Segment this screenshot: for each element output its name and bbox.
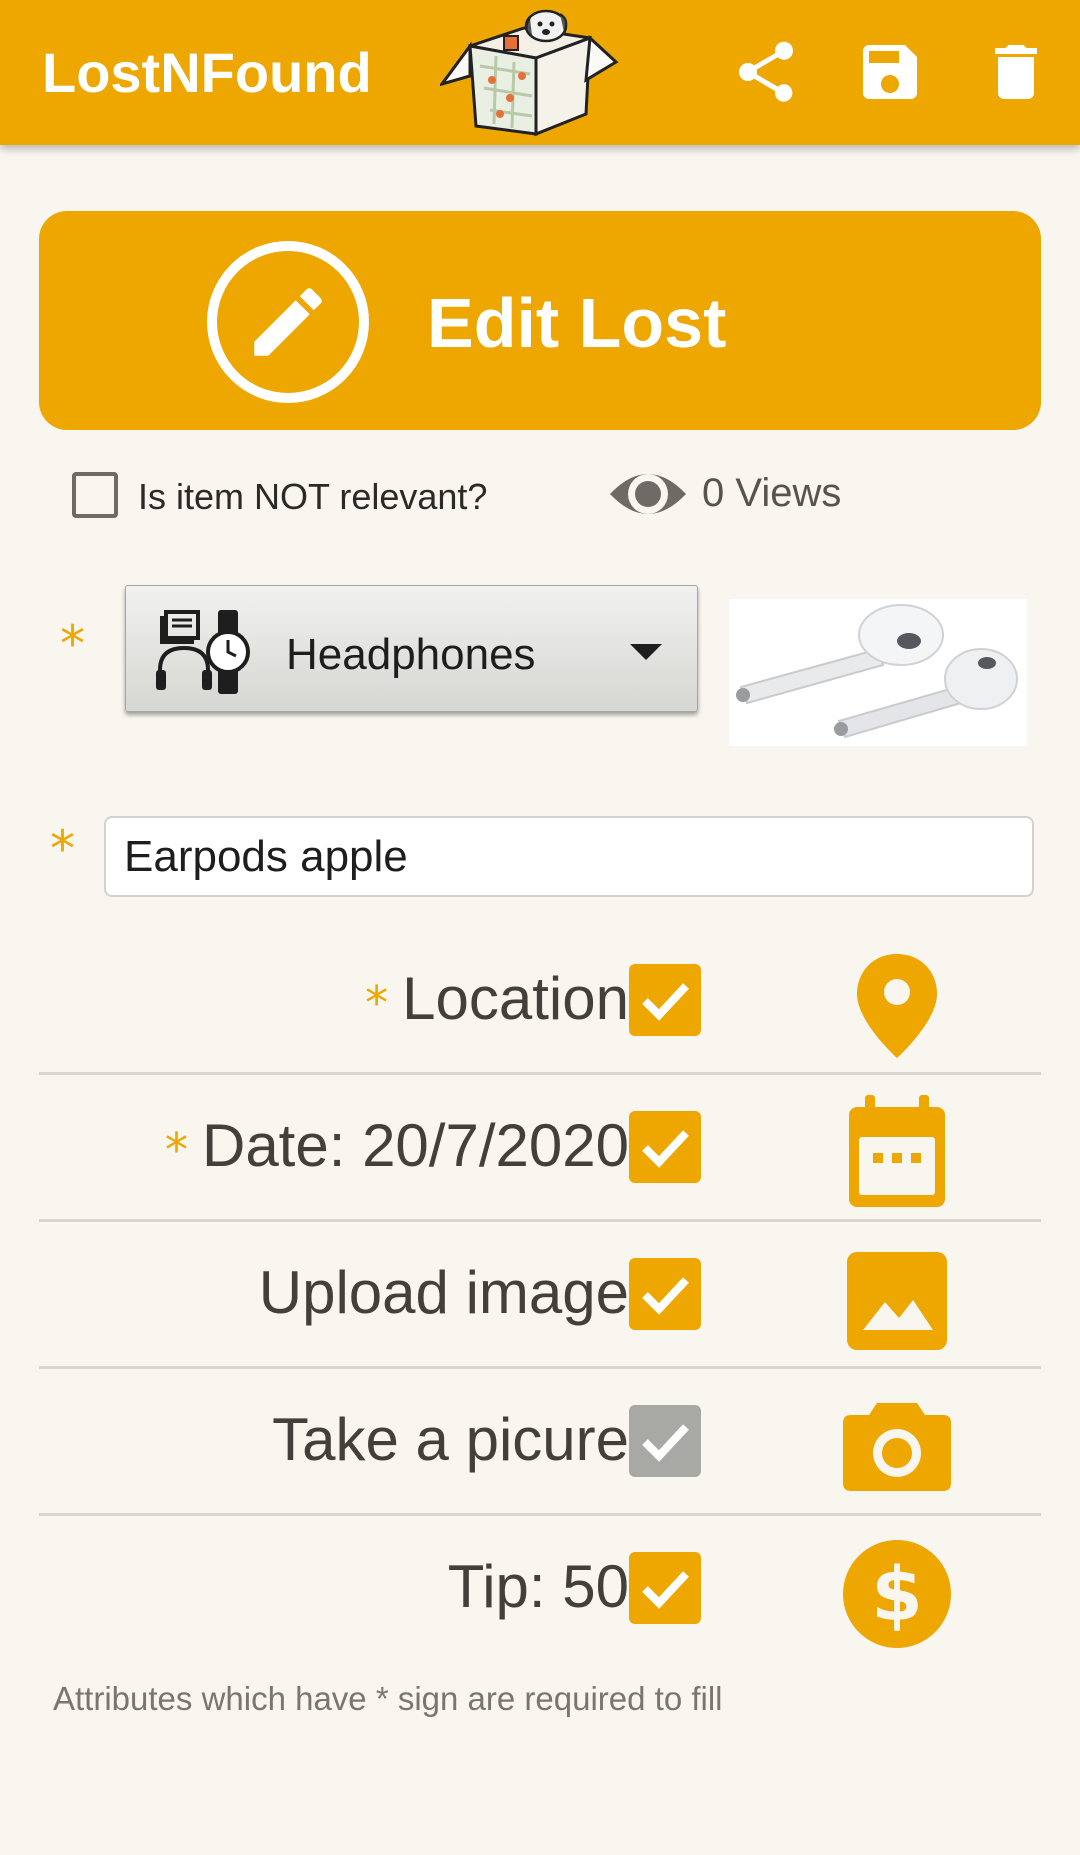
banner-title: Edit Lost bbox=[427, 284, 727, 362]
tip-checkbox[interactable] bbox=[629, 1552, 701, 1624]
views-count: 0 Views bbox=[702, 471, 842, 515]
location-row[interactable]: * Location bbox=[39, 928, 1041, 1075]
calendar-icon[interactable] bbox=[839, 1095, 955, 1211]
take-picture-row[interactable]: Take a picure bbox=[39, 1369, 1041, 1516]
item-name-input[interactable]: Earpods apple bbox=[104, 816, 1034, 897]
chevron-down-icon bbox=[630, 644, 662, 660]
app-title: LostNFound bbox=[42, 41, 372, 104]
camera-icon[interactable] bbox=[839, 1389, 955, 1505]
required-fields-note: Attributes which have * sign are require… bbox=[53, 1680, 723, 1717]
dollar-icon[interactable]: $ bbox=[839, 1536, 955, 1652]
date-label: * Date: 20/7/2020 bbox=[165, 1111, 629, 1180]
app-logo bbox=[438, 6, 620, 138]
date-row[interactable]: * Date: 20/7/2020 bbox=[39, 1075, 1041, 1222]
upload-image-checkbox[interactable] bbox=[629, 1258, 701, 1330]
location-label-text: Location bbox=[402, 965, 629, 1032]
share-icon[interactable] bbox=[730, 36, 802, 108]
eye-icon bbox=[608, 462, 688, 526]
required-mark: * bbox=[365, 976, 389, 1031]
take-picture-checkbox[interactable] bbox=[629, 1405, 701, 1477]
date-label-text: Date: 20/7/2020 bbox=[201, 1112, 629, 1179]
not-relevant-checkbox[interactable] bbox=[72, 472, 118, 518]
tip-row[interactable]: Tip: 50 $ bbox=[39, 1516, 1041, 1666]
upload-image-label: Upload image bbox=[258, 1259, 629, 1326]
image-icon[interactable] bbox=[839, 1242, 955, 1358]
location-label: * Location bbox=[365, 964, 629, 1033]
date-checkbox[interactable] bbox=[629, 1111, 701, 1183]
save-icon[interactable] bbox=[854, 36, 926, 108]
location-pin-icon[interactable] bbox=[839, 948, 955, 1064]
required-mark: * bbox=[50, 820, 75, 878]
delete-icon[interactable] bbox=[980, 36, 1052, 108]
category-selected: Headphones bbox=[286, 630, 536, 679]
take-picture-label: Take a picure bbox=[272, 1406, 629, 1473]
upload-image-row[interactable]: Upload image bbox=[39, 1222, 1041, 1369]
item-photo[interactable] bbox=[729, 599, 1027, 746]
category-dropdown[interactable]: Headphones bbox=[125, 585, 698, 712]
svg-text:$: $ bbox=[871, 1552, 923, 1638]
required-mark: * bbox=[164, 1123, 188, 1178]
location-checkbox[interactable] bbox=[629, 964, 701, 1036]
not-relevant-label[interactable]: Is item NOT relevant? bbox=[138, 476, 487, 518]
edit-lost-banner: Edit Lost bbox=[39, 211, 1041, 430]
accessories-icon bbox=[154, 608, 250, 696]
pencil-icon bbox=[205, 239, 371, 405]
tip-label: Tip: 50 bbox=[447, 1553, 629, 1620]
app-bar: LostNFound bbox=[0, 0, 1080, 145]
required-mark: * bbox=[60, 615, 85, 673]
